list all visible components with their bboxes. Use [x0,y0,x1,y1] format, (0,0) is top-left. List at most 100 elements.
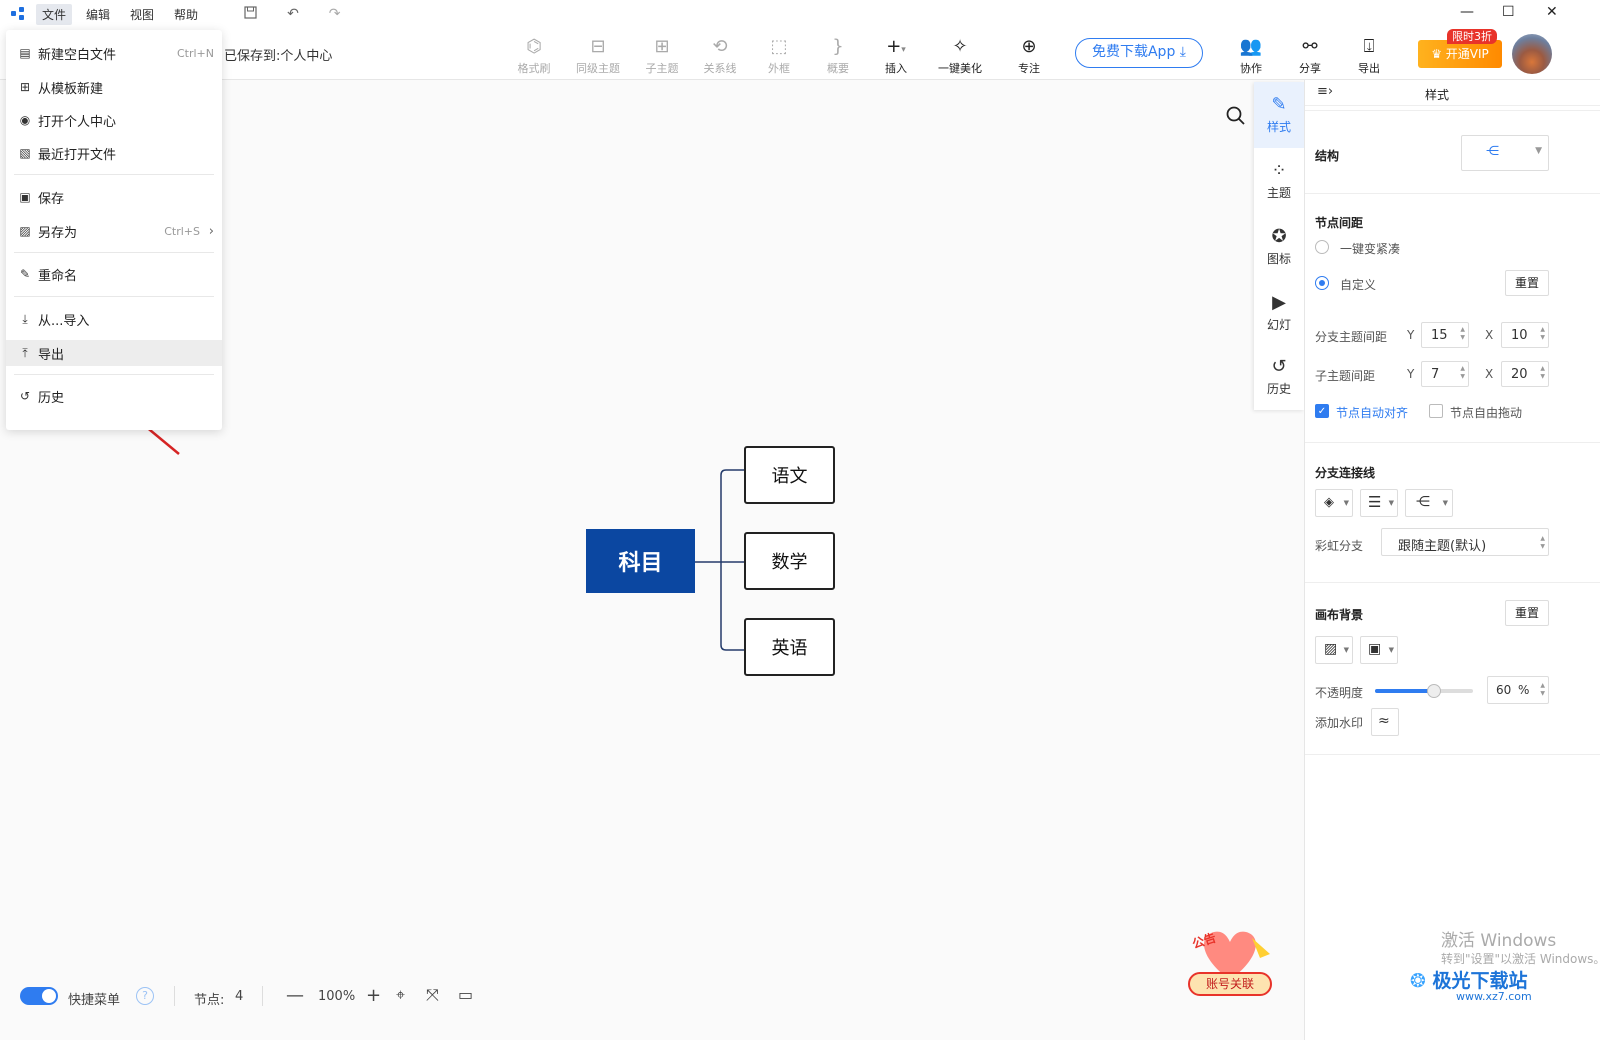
promo-badge[interactable]: 公告 账号关联 [1180,918,1280,1000]
custom-radio[interactable] [1315,276,1329,290]
summary-button[interactable]: } 概要 [810,34,866,76]
rainbow-branch-select[interactable]: 跟随主题(默认) ▲ ▼ [1381,528,1549,556]
panel-header: ≡› 样式 [1305,80,1600,106]
share-button[interactable]: ⚯ 分享 [1282,34,1338,76]
tab-history[interactable]: ↺ 历史 [1254,344,1304,410]
fit-screen-icon[interactable]: ⤧ [426,985,439,1005]
menu-history[interactable]: ↺ 历史 [6,383,222,409]
tab-slideshow[interactable]: ▶ 幻灯 [1254,280,1304,346]
stepper-icon[interactable]: ▲ ▼ [1540,365,1545,381]
sibling-topic-button[interactable]: ⊟ 同级主题 [570,34,626,76]
collaborate-button[interactable]: 👥 协作 [1223,34,1279,76]
menu-edit[interactable]: 编辑 [80,4,116,25]
insert-icon: +▾ [886,36,906,57]
download-app-label: 免费下载App [1091,44,1176,60]
menu-export[interactable]: ⤒ 导出 [6,340,222,366]
help-icon[interactable]: ? [136,987,154,1005]
tab-style[interactable]: ✎ 样式 [1254,82,1304,148]
auto-align-checkbox[interactable]: ✓ [1315,404,1329,418]
menu-save-as[interactable]: ▨ 另存为 Ctrl+S › [6,218,222,244]
relation-line-button[interactable]: ⟲ 关系线 [692,34,748,76]
site-logo-icon: ❂ [1410,970,1426,992]
tab-sticker[interactable]: ✪ 图标 [1254,214,1304,280]
undo-icon[interactable]: ↶ [287,6,299,22]
collaborate-label: 协作 [1240,62,1262,75]
zoom-out-icon[interactable]: — [286,985,304,1006]
minimize-icon[interactable]: — [1460,4,1474,20]
menu-item-label: 导出 [38,347,65,363]
subtopic-button[interactable]: ⊞ 子主题 [634,34,690,76]
menu-view[interactable]: 视图 [124,4,160,25]
import-icon: ⤓ [22,312,28,326]
subtopic-icon: ⊞ [654,36,670,57]
opacity-slider[interactable] [1375,684,1473,698]
boundary-button[interactable]: ⬚ 外框 [751,34,807,76]
zoom-in-icon[interactable]: + [366,985,381,1006]
account-link-button[interactable]: 账号关联 [1188,972,1272,996]
line-style-picker[interactable]: ⋲ ▼ [1405,489,1453,517]
format-painter-button[interactable]: ⌬ 格式刷 [506,34,562,76]
app-logo-icon[interactable] [10,5,28,23]
branch-y-input[interactable]: 15 ▲ ▼ [1421,322,1469,348]
add-watermark-button[interactable]: ≈ [1371,708,1399,736]
free-drag-checkbox[interactable] [1429,404,1443,418]
stepper-icon[interactable]: ▲ ▼ [1460,365,1465,381]
quick-menu-toggle[interactable] [20,987,58,1005]
vip-button[interactable]: ♛ 开通VIP [1418,40,1502,68]
branch-x-input[interactable]: 10 ▲ ▼ [1501,322,1549,348]
beautify-button[interactable]: ✧ 一键美化 [932,34,988,76]
root-node[interactable]: 科目 [586,529,695,593]
menu-help[interactable]: 帮助 [168,4,204,25]
crown-icon: ♛ [1431,47,1442,61]
opacity-input[interactable]: 60 % ▲ ▼ [1487,676,1549,704]
avatar[interactable] [1512,34,1552,74]
menu-new-blank-file[interactable]: ▤ 新建空白文件 Ctrl+N [6,40,222,66]
site-watermark-name: 极光下载站 [1432,970,1528,992]
search-icon[interactable] [1226,106,1246,129]
tab-theme[interactable]: ⁘ 主题 [1254,148,1304,214]
line-width-picker[interactable]: ☰ ▼ [1360,489,1398,517]
locate-icon[interactable]: ⌖ [396,985,405,1005]
menu-item-label: 重命名 [38,268,78,284]
child-node-label: 语文 [771,466,808,487]
menu-recent-files[interactable]: ▧ 最近打开文件 [6,140,222,166]
vip-discount-badge: 限时3折 [1447,29,1497,44]
save-icon[interactable] [244,5,257,23]
child-y-input[interactable]: 7 ▲ ▼ [1421,361,1469,387]
user-circle-icon: ◉ [19,113,31,127]
line-color-picker[interactable]: ◈ ▼ [1315,489,1353,517]
opacity-slider-thumb[interactable] [1426,684,1441,698]
stepper-icon[interactable]: ▲ ▼ [1540,326,1545,342]
export-toolbar-button[interactable]: ⍗ 导出 [1341,34,1397,76]
minimap-icon[interactable]: ▭ [458,985,473,1004]
bg-color-picker[interactable]: ▨ ▼ [1315,636,1353,664]
child-x-input[interactable]: 20 ▲ ▼ [1501,361,1549,387]
menu-new-from-template[interactable]: ⊞ 从模板新建 [6,74,222,100]
redo-icon[interactable]: ↷ [329,6,341,22]
bg-image-picker[interactable]: ▣ ▼ [1360,636,1398,664]
menu-open-personal-center[interactable]: ◉ 打开个人中心 [6,107,222,133]
menu-import[interactable]: ⤓ 从...导入 [6,306,222,332]
image-icon: ▣ [1368,641,1382,657]
maximize-icon[interactable]: ☐ [1502,4,1515,20]
stepper-icon[interactable]: ▲ ▼ [1540,682,1545,698]
focus-button[interactable]: ⊕ 专注 [1001,34,1057,76]
main-toolbar: 已保存到:个人中心 ⌬ 格式刷 ⊟ 同级主题 ⊞ 子主题 ⟲ 关系线 ⬚ 外框 … [0,28,1600,80]
child-node[interactable]: 语文 [744,446,835,504]
compact-radio[interactable] [1315,240,1329,254]
zoom-level: 100% [318,989,356,1004]
menu-save[interactable]: ▣ 保存 [6,184,222,210]
structure-select[interactable]: ⋲ ▼ [1461,135,1549,171]
stepper-icon: ▲ ▼ [1540,535,1545,550]
insert-button[interactable]: +▾ 插入 [868,34,924,76]
close-icon[interactable]: ✕ [1546,4,1558,20]
menu-rename[interactable]: ✎ 重命名 [6,261,222,287]
child-node[interactable]: 数学 [744,532,835,590]
spacing-reset-button[interactable]: 重置 [1505,270,1549,296]
canvas-bg-reset-button[interactable]: 重置 [1505,600,1549,626]
menu-shortcut: Ctrl+N [176,46,214,60]
stepper-icon[interactable]: ▲ ▼ [1460,326,1465,342]
menu-file[interactable]: 文件 [36,3,73,25]
child-node[interactable]: 英语 [744,618,835,676]
download-app-button[interactable]: 免费下载App ⤓ [1075,38,1203,68]
